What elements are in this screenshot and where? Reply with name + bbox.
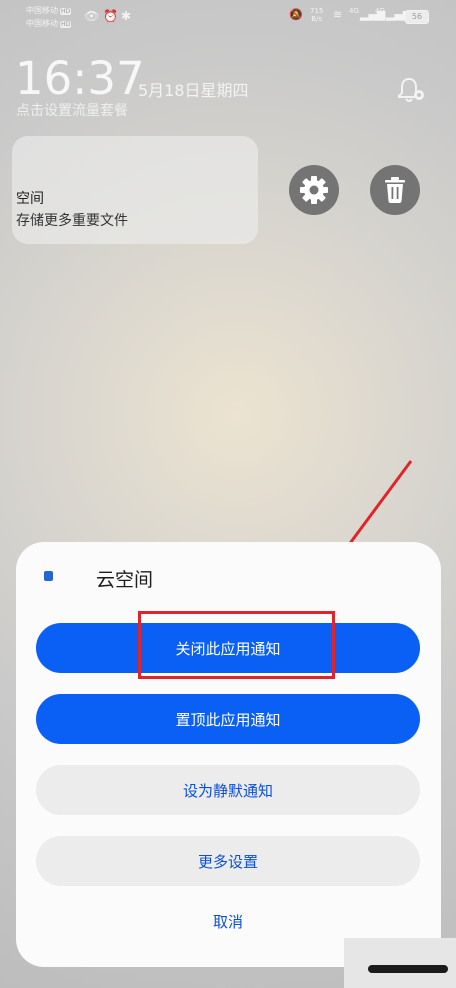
more-settings-button[interactable]: 更多设置 (36, 836, 420, 886)
corner-overlay (344, 938, 456, 988)
corner-stroke (368, 965, 448, 973)
annotation-highlight-box (138, 611, 335, 679)
cancel-button[interactable]: 取消 (36, 903, 420, 939)
sheet-app-title: 云空间 (96, 569, 154, 591)
silent-notification-button[interactable]: 设为静默通知 (36, 765, 420, 815)
pin-app-notifications-button[interactable]: 置顶此应用通知 (36, 694, 420, 744)
cloud-space-app-icon (44, 571, 53, 581)
